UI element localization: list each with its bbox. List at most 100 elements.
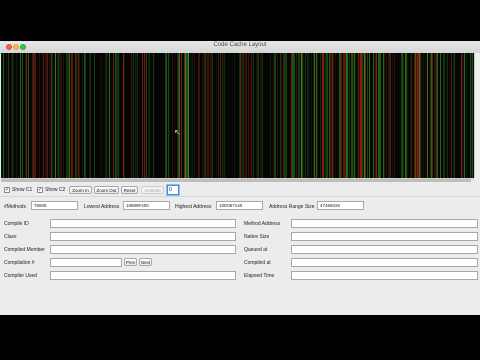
method-address-field[interactable] [291,219,478,228]
show-c2-checkbox[interactable]: ✓ [37,187,43,193]
code-region-stripe [258,53,259,178]
prev-button[interactable]: Prev [124,258,137,266]
code-region-stripe [188,53,189,178]
code-region-stripe [283,53,284,178]
code-region-stripe [118,53,119,178]
code-region-stripe [191,53,192,178]
code-region-stripe [308,53,309,178]
native-size-label: Native Size [244,234,270,240]
code-region-stripe [72,53,73,178]
methods-count-field[interactable]: 76805 [31,201,78,210]
animate-button[interactable]: Animate [141,186,164,194]
code-region-stripe [376,53,377,178]
code-region-stripe [307,53,308,178]
code-region-stripe [210,53,211,178]
compiled-at-field[interactable] [291,258,478,267]
code-region-stripe [144,53,145,178]
animation-index-input[interactable]: 0 [167,185,179,195]
vertical-scrollbar[interactable] [474,53,480,178]
address-range-field[interactable]: 47466026 [317,201,364,210]
code-region-stripe [216,53,217,178]
code-region-stripe [325,53,326,178]
code-region-stripe [33,53,34,178]
code-region-stripe [184,53,185,178]
code-region-stripe [224,53,225,178]
code-region-stripe [454,53,455,178]
code-region-stripe [63,53,64,178]
code-region-stripe [251,53,252,178]
code-region-stripe [137,53,138,178]
code-region-stripe [364,53,365,178]
show-c1-checkbox[interactable]: ✓ [4,187,10,193]
code-region-stripe [472,53,473,178]
highest-address-field[interactable]: 10D067140 [216,201,263,210]
elapsed-time-field[interactable] [291,271,478,280]
zoom-in-button[interactable]: Zoom In [69,186,92,194]
code-region-stripe [202,53,203,178]
native-size-field[interactable] [291,232,478,241]
reset-button[interactable]: Reset [121,186,138,194]
code-region-stripe [77,53,78,178]
code-region-stripe [262,53,263,178]
code-region-stripe [3,53,4,178]
code-region-stripe [358,53,359,178]
code-region-stripe [61,53,62,178]
code-region-stripe [43,53,44,178]
code-region-stripe [406,53,407,178]
code-region-stripe [354,53,355,178]
code-region-stripe [324,53,325,178]
code-region-stripe [425,53,426,178]
code-region-stripe [179,53,180,178]
queued-at-field[interactable] [291,245,478,254]
code-region-stripe [94,53,95,178]
code-region-stripe [299,53,300,178]
horizontal-scrollbar[interactable] [1,178,474,182]
code-region-stripe [274,53,276,178]
code-region-stripe [326,53,327,178]
compilation-number-field[interactable] [50,258,122,267]
code-cache-visualization[interactable] [1,53,474,178]
code-region-stripe [416,53,417,178]
code-region-stripe [373,53,374,178]
code-region-stripe [113,53,114,178]
lowest-address-field[interactable]: 10889F400 [123,201,170,210]
code-region-stripe [314,53,315,178]
code-region-stripe [293,53,294,178]
code-region-stripe [67,53,68,178]
code-region-stripe [386,53,387,178]
code-region-stripe [335,53,336,178]
compiled-member-field[interactable] [50,245,236,254]
code-region-stripe [146,53,147,178]
code-region-stripe [411,53,412,178]
zoom-out-button[interactable]: Zoom Out [94,186,119,194]
code-region-stripe [388,53,389,178]
code-region-stripe [12,53,13,178]
code-region-stripe [352,53,353,178]
code-region-stripe [423,53,424,178]
code-region-stripe [66,53,67,178]
code-region-stripe [292,53,293,178]
elapsed-time-label: Elapsed Time [244,273,275,279]
code-region-stripe [79,53,80,178]
compiler-used-field[interactable] [50,271,236,280]
code-region-stripe [1,53,2,178]
code-region-stripe [437,53,438,178]
code-region-stripe [345,53,346,178]
code-region-stripe [351,53,352,178]
code-region-stripe [198,53,200,178]
code-region-stripe [421,53,422,178]
address-range-label: Address Range Size [269,204,315,210]
toolbar: ✓ Show C1 ✓ Show C2 Zoom In Zoom Out Res… [0,184,480,196]
class-field[interactable] [50,232,236,241]
method-address-label: Method Address [244,221,281,227]
code-region-stripe [8,53,9,178]
highest-address-label: Highest Address [175,204,212,210]
next-button[interactable]: Next [139,258,152,266]
code-region-stripe [58,53,59,178]
code-region-stripe [277,53,278,178]
compile-id-field[interactable] [50,219,236,228]
code-region-stripe [245,53,246,178]
horizontal-scroll-thumb[interactable] [1,179,471,182]
code-region-stripe [32,53,33,178]
code-region-stripe [131,53,132,178]
